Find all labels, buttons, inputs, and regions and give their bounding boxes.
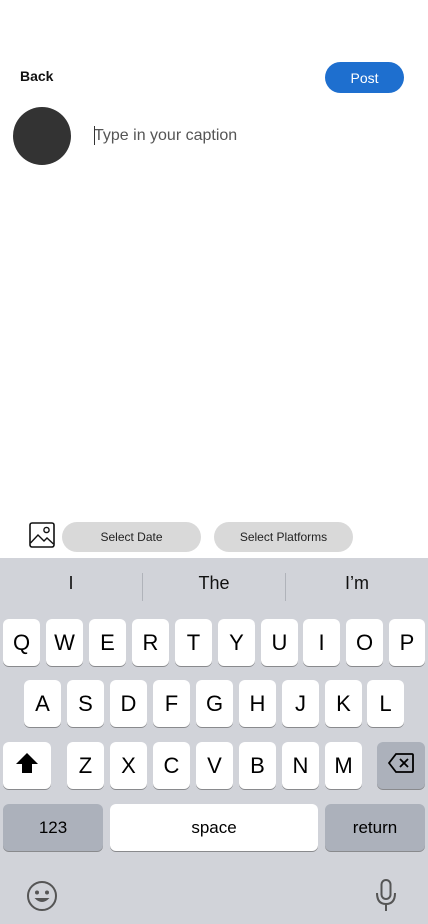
key-l[interactable]: L (367, 680, 404, 727)
microphone-icon[interactable] (374, 878, 398, 919)
key-t[interactable]: T (175, 619, 212, 666)
image-icon[interactable] (29, 522, 55, 548)
suggestion-item[interactable]: I (0, 573, 142, 594)
key-w[interactable]: W (46, 619, 83, 666)
key-i[interactable]: I (303, 619, 340, 666)
key-z[interactable]: Z (67, 742, 104, 789)
avatar (13, 107, 71, 165)
select-date-button[interactable]: Select Date (62, 522, 201, 552)
return-key[interactable]: return (325, 804, 425, 851)
emoji-icon[interactable] (26, 880, 58, 917)
key-g[interactable]: G (196, 680, 233, 727)
key-c[interactable]: C (153, 742, 190, 789)
header: Back Post (0, 0, 428, 100)
backspace-key[interactable] (377, 742, 425, 789)
key-k[interactable]: K (325, 680, 362, 727)
key-a[interactable]: A (24, 680, 61, 727)
back-button[interactable]: Back (20, 68, 53, 84)
key-o[interactable]: O (346, 619, 383, 666)
suggestion-item[interactable]: I’m (286, 573, 428, 594)
keyboard: I The I’m Q W E R T Y U I O P A S D F G … (0, 558, 428, 924)
shift-icon (15, 752, 39, 780)
key-p[interactable]: P (389, 619, 425, 666)
key-b[interactable]: B (239, 742, 276, 789)
key-e[interactable]: E (89, 619, 126, 666)
key-x[interactable]: X (110, 742, 147, 789)
key-v[interactable]: V (196, 742, 233, 789)
shift-key[interactable] (3, 742, 51, 789)
backspace-icon (387, 752, 414, 779)
space-key[interactable]: space (110, 804, 318, 851)
key-r[interactable]: R (132, 619, 169, 666)
key-h[interactable]: H (239, 680, 276, 727)
numbers-key[interactable]: 123 (3, 804, 103, 851)
key-m[interactable]: M (325, 742, 362, 789)
key-n[interactable]: N (282, 742, 319, 789)
key-j[interactable]: J (282, 680, 319, 727)
composer-toolbar: Select Date Select Platforms (0, 520, 428, 556)
post-button[interactable]: Post (325, 62, 404, 93)
key-s[interactable]: S (67, 680, 104, 727)
key-y[interactable]: Y (218, 619, 255, 666)
key-q[interactable]: Q (3, 619, 40, 666)
key-f[interactable]: F (153, 680, 190, 727)
caption-input[interactable] (94, 124, 414, 148)
text-cursor (94, 126, 95, 145)
suggestion-item[interactable]: The (143, 573, 285, 594)
key-u[interactable]: U (261, 619, 298, 666)
select-platforms-button[interactable]: Select Platforms (214, 522, 353, 552)
key-d[interactable]: D (110, 680, 147, 727)
suggestion-bar: I The I’m (0, 558, 428, 616)
